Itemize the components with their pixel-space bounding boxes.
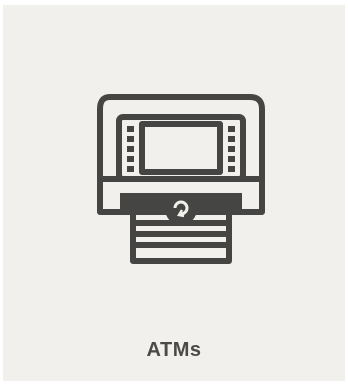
tile-label: ATMs (146, 339, 202, 361)
atms-tile[interactable]: ATMs (3, 5, 345, 381)
atm-machine-icon (96, 92, 266, 264)
